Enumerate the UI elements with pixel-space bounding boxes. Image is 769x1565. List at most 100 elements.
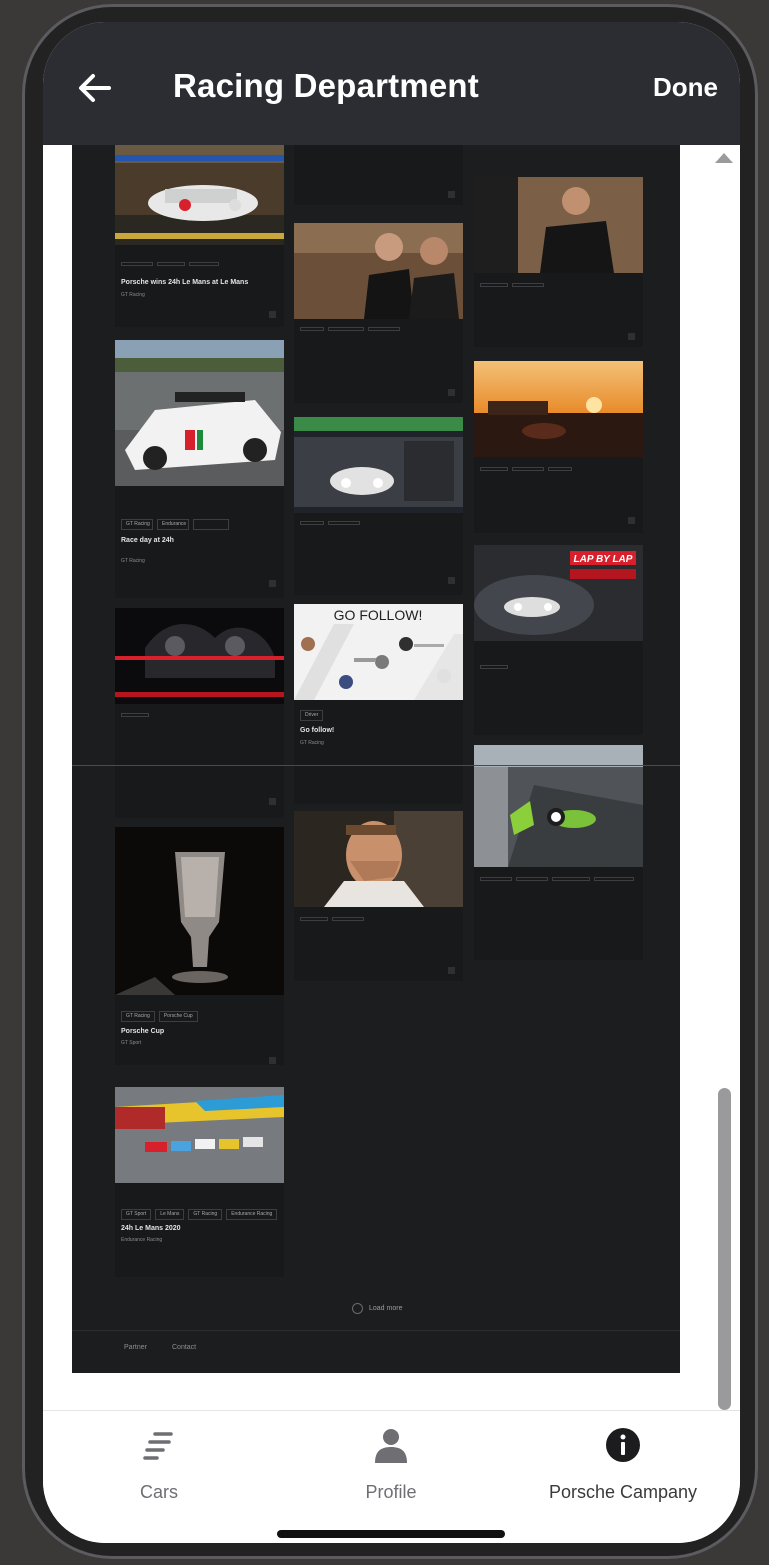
done-button[interactable]: Done bbox=[653, 72, 718, 103]
tag[interactable] bbox=[512, 467, 544, 471]
load-more-button[interactable]: Load more bbox=[352, 1303, 402, 1314]
card-subtitle: GT Racing bbox=[121, 292, 145, 298]
pitlane-image bbox=[294, 417, 463, 513]
share-icon[interactable] bbox=[269, 311, 276, 318]
card-subtitle: GT Racing bbox=[121, 558, 145, 564]
refresh-icon bbox=[352, 1303, 363, 1314]
share-icon[interactable] bbox=[628, 517, 635, 524]
webview-content[interactable]: Porsche wins 24h Le Mans at Le Mans GT R… bbox=[43, 145, 740, 1410]
article-card[interactable]: GT Racing Porsche Cup Porsche Cup GT Spo… bbox=[115, 827, 284, 1065]
tag[interactable]: Endurance bbox=[157, 519, 189, 530]
tab-profile[interactable]: Profile bbox=[275, 1411, 507, 1543]
card-subtitle: GT Racing bbox=[300, 740, 324, 746]
back-button[interactable] bbox=[75, 68, 115, 108]
tag[interactable]: GT Racing bbox=[121, 1011, 155, 1022]
tag[interactable]: Le Mans bbox=[155, 1209, 185, 1220]
tab-cars[interactable]: Cars bbox=[43, 1411, 275, 1543]
tag[interactable] bbox=[516, 877, 548, 881]
share-icon[interactable] bbox=[448, 967, 455, 974]
footer-link-partner[interactable]: Partner bbox=[124, 1344, 147, 1351]
arrow-left-icon bbox=[79, 74, 111, 102]
article-card[interactable] bbox=[474, 361, 643, 533]
home-indicator[interactable] bbox=[277, 1530, 505, 1538]
tag-row bbox=[480, 283, 544, 287]
article-card[interactable]: LAP BY LAP bbox=[474, 545, 643, 735]
tag[interactable] bbox=[121, 262, 153, 266]
article-card[interactable]: GO FOLLOW! Driver Go follow! GT Racing bbox=[294, 604, 463, 804]
tag[interactable] bbox=[121, 713, 149, 717]
tag-row: GT Racing Porsche Cup bbox=[121, 1011, 198, 1022]
article-card[interactable]: GT Racing Endurance Race day at 24h GT R… bbox=[115, 340, 284, 598]
tag[interactable] bbox=[512, 283, 544, 287]
share-icon[interactable] bbox=[269, 580, 276, 587]
tag[interactable] bbox=[594, 877, 634, 881]
tag[interactable] bbox=[328, 521, 360, 525]
card-title[interactable]: Porsche wins 24h Le Mans at Le Mans bbox=[121, 278, 276, 287]
card-title[interactable]: Race day at 24h bbox=[121, 536, 276, 545]
driver-image bbox=[474, 177, 643, 273]
tag[interactable] bbox=[480, 283, 508, 287]
tag[interactable] bbox=[300, 917, 328, 921]
tag[interactable]: GT Racing bbox=[121, 519, 153, 530]
share-icon[interactable] bbox=[269, 1057, 276, 1064]
share-icon[interactable] bbox=[269, 798, 276, 805]
article-card[interactable] bbox=[294, 223, 463, 403]
article-card[interactable]: Porsche wins 24h Le Mans at Le Mans GT R… bbox=[115, 145, 284, 327]
scrollbar-thumb[interactable] bbox=[718, 1088, 731, 1410]
share-icon[interactable] bbox=[448, 577, 455, 584]
feed-divider bbox=[72, 765, 680, 766]
go-follow-image: GO FOLLOW! bbox=[294, 604, 463, 700]
tag[interactable] bbox=[368, 327, 400, 331]
tag-row: GT Sport Le Mans GT Racing Endurance Rac… bbox=[121, 1209, 278, 1220]
tag[interactable] bbox=[480, 467, 508, 471]
card-title[interactable]: 24h Le Mans 2020 bbox=[121, 1224, 276, 1233]
article-card[interactable] bbox=[294, 145, 463, 205]
article-card[interactable] bbox=[294, 811, 463, 981]
article-card[interactable]: GT Sport Le Mans GT Racing Endurance Rac… bbox=[115, 1087, 284, 1277]
article-card[interactable] bbox=[474, 177, 643, 347]
tag[interactable]: Endurance Racing bbox=[226, 1209, 278, 1220]
footer-link-contact[interactable]: Contact bbox=[172, 1344, 196, 1351]
tag[interactable] bbox=[332, 917, 364, 921]
share-icon[interactable] bbox=[448, 191, 455, 198]
drivers-image bbox=[294, 223, 463, 319]
bottom-tab-bar: Cars Profile Porsche Campany bbox=[43, 1410, 740, 1543]
tag[interactable] bbox=[480, 665, 508, 669]
tag[interactable] bbox=[328, 327, 364, 331]
tag[interactable] bbox=[157, 262, 185, 266]
sunset-track-image bbox=[474, 361, 643, 457]
tab-porsche-company[interactable]: Porsche Campany bbox=[507, 1411, 739, 1543]
share-icon[interactable] bbox=[448, 389, 455, 396]
nurburgring-image bbox=[474, 745, 643, 867]
card-subtitle: GT Sport bbox=[121, 1040, 142, 1046]
person-icon bbox=[375, 1429, 407, 1463]
tag[interactable] bbox=[300, 327, 324, 331]
tag-row bbox=[480, 877, 634, 881]
tag-row bbox=[121, 262, 219, 266]
tag[interactable] bbox=[548, 467, 572, 471]
lap-badge-text: LAP BY LAP bbox=[574, 554, 633, 565]
tag[interactable]: Porsche Cup bbox=[158, 1011, 198, 1022]
info-icon bbox=[606, 1428, 640, 1462]
tag[interactable]: GT Sport bbox=[121, 1209, 152, 1220]
driver-portrait-image bbox=[294, 811, 463, 907]
tag-row bbox=[300, 917, 364, 921]
tag-row: GT Racing Endurance bbox=[121, 519, 229, 530]
tag[interactable] bbox=[552, 877, 590, 881]
tag[interactable] bbox=[193, 519, 229, 530]
article-card[interactable] bbox=[294, 417, 463, 595]
tag[interactable]: Driver bbox=[300, 710, 324, 721]
scroll-up-arrow[interactable] bbox=[715, 153, 733, 163]
share-icon[interactable] bbox=[628, 333, 635, 340]
article-card[interactable] bbox=[115, 608, 284, 818]
card-title[interactable]: Go follow! bbox=[300, 726, 455, 735]
web-footer: Partner Contact bbox=[72, 1330, 680, 1374]
article-card[interactable] bbox=[474, 745, 643, 960]
card-title[interactable]: Porsche Cup bbox=[121, 1027, 276, 1036]
tag[interactable] bbox=[189, 262, 219, 266]
trophy-image bbox=[115, 827, 284, 995]
tag[interactable] bbox=[480, 877, 512, 881]
tag[interactable]: GT Racing bbox=[188, 1209, 223, 1220]
tag[interactable] bbox=[300, 521, 324, 525]
lap-by-lap-image: LAP BY LAP bbox=[474, 545, 643, 641]
